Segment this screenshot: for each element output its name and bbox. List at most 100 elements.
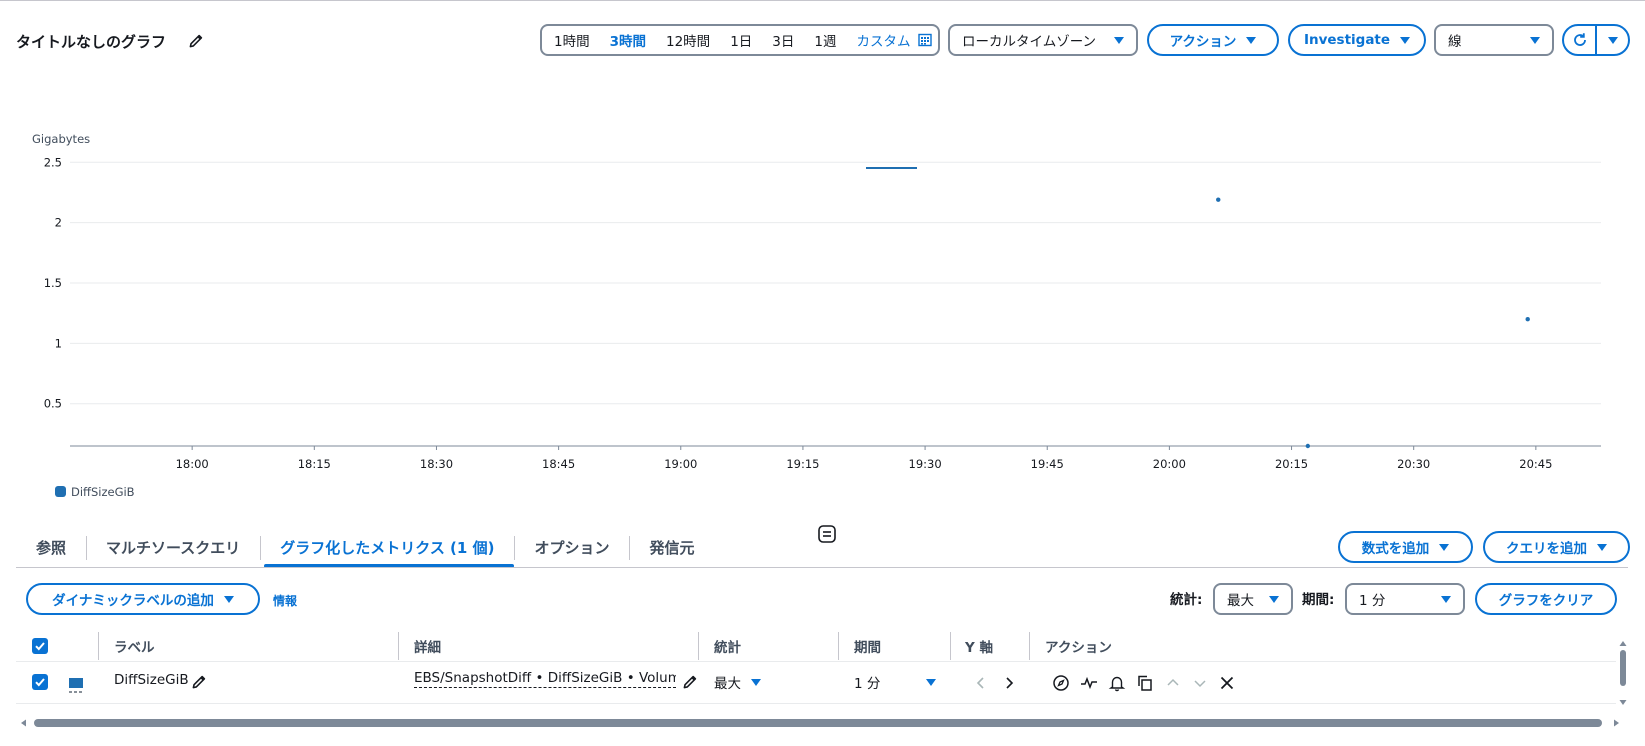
clear-graph-button[interactable]: グラフをクリア [1475,583,1617,615]
y-tick-label: 0.5 [44,397,62,411]
caret-down-icon [1530,36,1540,44]
x-tick-label: 19:45 [1031,457,1064,471]
x-tick-label: 19:15 [786,457,819,471]
x-tick-label: 20:00 [1153,457,1186,471]
split-panel-icon[interactable] [817,524,837,544]
column-header-stat[interactable]: 統計 [714,636,741,656]
tab-bar: 参照 マルチソースクエリ グラフ化したメトリクス (1 個) オプション 発信元 [16,526,714,568]
caret-down-icon [1400,36,1411,44]
time-range-1w[interactable]: 1週 [814,30,836,50]
caret-down-icon [1114,36,1124,44]
add-query-button[interactable]: クエリを追加 [1483,531,1630,563]
chart-type-value: 線 [1448,34,1462,50]
row-checkbox[interactable] [32,674,48,690]
legend-label: DiffSizeGiB [71,485,135,499]
time-range-1h[interactable]: 1時間 [554,30,590,50]
chevron-up-icon[interactable] [1164,674,1182,692]
pencil-icon[interactable] [681,673,699,691]
select-all-checkbox[interactable] [32,638,48,654]
column-header-label[interactable]: ラベル [114,636,155,656]
column-divider [98,632,99,660]
row-label: DiffSizeGiB [114,672,189,688]
x-tick-label: 20:45 [1519,457,1552,471]
x-tick-label: 18:15 [298,457,331,471]
tab-source[interactable]: 発信元 [629,526,714,568]
column-header-details[interactable]: 詳細 [414,636,441,656]
tab-options[interactable]: オプション [514,526,629,568]
timezone-value: ローカルタイムゾーン [962,34,1097,50]
y-tick-label: 1.5 [44,276,62,290]
x-tick-label: 18:45 [542,457,575,471]
tab-browse[interactable]: 参照 [16,526,86,568]
caret-down-icon [1607,36,1618,44]
refresh-button[interactable] [1564,26,1595,54]
chevron-down-icon[interactable] [1191,674,1209,692]
refresh-interval-dropdown[interactable] [1595,26,1628,54]
column-header-actions[interactable]: アクション [1045,636,1112,656]
add-math-label: 数式を追加 [1361,541,1430,557]
chevron-right-icon[interactable] [1000,674,1018,692]
chart-type-dropdown[interactable]: 線 [1434,24,1554,56]
x-tick-label: 20:30 [1397,457,1430,471]
anomaly-detection-icon[interactable] [1080,674,1098,692]
caret-down-icon[interactable] [751,679,761,686]
time-range-3h[interactable]: 3時間 [610,30,646,50]
horizontal-scrollbar[interactable] [20,718,1620,728]
row-details: EBS/SnapshotDiff • DiffSizeGiB • VolumeI… [414,670,676,688]
stat-select[interactable]: 最大 [1213,583,1293,615]
copy-icon[interactable] [1136,674,1154,692]
caret-down-icon [223,595,234,603]
x-tick-label: 20:15 [1275,457,1308,471]
tab-multi-source-query[interactable]: マルチソースクエリ [86,526,260,568]
add-dynamic-label-button[interactable]: ダイナミックラベルの追加 [26,583,260,615]
time-range-3d[interactable]: 3日 [772,30,794,50]
add-query-label: クエリを追加 [1506,541,1587,557]
time-range-12h[interactable]: 12時間 [666,30,710,50]
close-icon[interactable] [1218,674,1236,692]
caret-down-icon [1246,36,1257,44]
x-tick-label: 19:30 [909,457,942,471]
table-header-rule [16,661,1616,662]
stat-select-value: 最大 [1227,593,1254,609]
caret-down-icon[interactable] [926,679,936,686]
bell-icon[interactable] [1108,674,1126,692]
table-row-rule [16,703,1616,704]
column-divider [698,632,699,660]
y-tick-label: 2 [55,216,62,230]
pencil-icon[interactable] [190,673,208,691]
time-range-1d[interactable]: 1日 [730,30,752,50]
pencil-icon[interactable] [187,32,205,50]
series-color-swatch[interactable] [68,676,84,694]
add-math-button[interactable]: 数式を追加 [1338,531,1473,563]
y-tick-label: 2.5 [44,155,62,169]
calendar-icon[interactable] [918,33,933,47]
compass-icon[interactable] [1052,674,1070,692]
tab-graphed-metrics[interactable]: グラフ化したメトリクス (1 個) [260,526,515,568]
x-tick-label: 18:00 [176,457,209,471]
y-axis-label: Gigabytes [32,132,90,146]
checkmark-icon [35,678,45,687]
y-tick-label: 1 [55,336,62,350]
clear-graph-label: グラフをクリア [1498,593,1594,609]
vertical-scrollbar[interactable] [1618,640,1628,706]
row-stat-value[interactable]: 最大 [714,672,741,692]
legend-swatch [55,486,66,497]
caret-down-icon [1597,543,1607,551]
period-select[interactable]: 1 分 [1345,583,1465,615]
info-link[interactable]: 情報 [273,592,297,609]
investigate-button[interactable]: Investigate [1288,24,1426,56]
chevron-left-icon[interactable] [972,674,990,692]
actions-button[interactable]: アクション [1147,24,1279,56]
x-tick-label: 18:30 [420,457,453,471]
timezone-dropdown[interactable]: ローカルタイムゾーン [948,24,1138,56]
investigate-label: Investigate [1303,32,1391,48]
time-range-custom[interactable]: カスタム [856,30,910,50]
caret-down-icon [1439,543,1450,551]
data-point [1305,443,1311,449]
caret-down-icon [1269,595,1279,603]
row-period-value[interactable]: 1 分 [854,672,880,692]
column-header-period[interactable]: 期間 [854,636,881,656]
actions-label: アクション [1169,34,1237,50]
column-header-yaxis[interactable]: Y 軸 [965,636,993,656]
checkmark-icon [35,642,45,651]
